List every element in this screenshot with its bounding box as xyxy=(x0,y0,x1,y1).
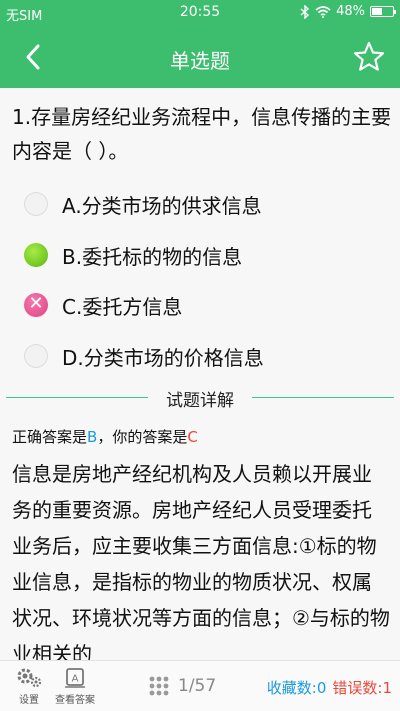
question-pager[interactable]: 1/57 xyxy=(148,675,216,697)
status-bar: 无SIM 20:55 48% xyxy=(0,0,400,26)
radio-unselected-icon xyxy=(24,192,48,216)
settings-label: 设置 xyxy=(19,695,39,706)
star-outline-icon[interactable] xyxy=(352,40,386,74)
option-label: C.委托方信息 xyxy=(62,294,183,319)
radio-correct-icon xyxy=(24,243,48,267)
svg-text:A: A xyxy=(72,674,79,685)
option-c[interactable]: ✕ C.委托方信息 xyxy=(24,287,384,323)
battery-percent: 48% xyxy=(336,4,365,19)
your-answer-value: C xyxy=(187,428,198,446)
favorites-count[interactable]: 收藏数:0 xyxy=(267,679,327,697)
wifi-icon xyxy=(315,5,331,18)
view-answer-label: 查看答案 xyxy=(55,695,95,706)
bottom-toolbar: 设置 A 查看答案 1/57 收藏数:0 错误数:1 xyxy=(0,660,400,711)
option-label: B.委托标的物的信息 xyxy=(62,244,243,269)
nav-bar: 单选题 xyxy=(0,26,400,88)
bluetooth-icon xyxy=(300,4,310,19)
grid-icon xyxy=(149,676,169,696)
gear-icon xyxy=(17,668,42,688)
page-title: 单选题 xyxy=(170,49,230,73)
option-label: D.分类市场的价格信息 xyxy=(62,345,264,370)
option-d[interactable]: D.分类市场的价格信息 xyxy=(24,338,384,374)
radio-unselected-icon xyxy=(24,344,48,368)
option-a[interactable]: A.分类市场的供求信息 xyxy=(24,186,384,222)
correct-answer-prefix: 正确答案是 xyxy=(12,428,88,446)
radio-wrong-icon: ✕ xyxy=(24,293,48,317)
battery-icon xyxy=(370,6,396,17)
explanation-heading: 试题详解 xyxy=(148,386,252,411)
settings-button[interactable]: 设置 xyxy=(6,667,52,706)
correct-answer-value: B xyxy=(87,428,98,446)
your-answer-prefix: ，你的答案是 xyxy=(97,428,188,446)
status-icons: 48% xyxy=(300,4,396,19)
errors-count[interactable]: 错误数:1 xyxy=(332,679,392,697)
view-answer-button[interactable]: A 查看答案 xyxy=(52,667,98,706)
explanation-body: 信息是房地产经纪机构及人员赖以开展业务的重要资源。房地产经纪人员受理委托业务后，… xyxy=(12,462,390,666)
answer-card-icon: A xyxy=(65,668,85,688)
page-indicator: 1/57 xyxy=(178,676,217,696)
option-b[interactable]: B.委托标的物的信息 xyxy=(24,237,384,273)
option-label: A.分类市场的供求信息 xyxy=(62,193,262,218)
question-text: 1.存量房经纪业务流程中，信息传播的主要内容是（ ）。 xyxy=(12,105,392,163)
stats: 收藏数:0 错误数:1 xyxy=(267,677,392,698)
answer-summary: 正确答案是B，你的答案是C xyxy=(12,426,198,447)
